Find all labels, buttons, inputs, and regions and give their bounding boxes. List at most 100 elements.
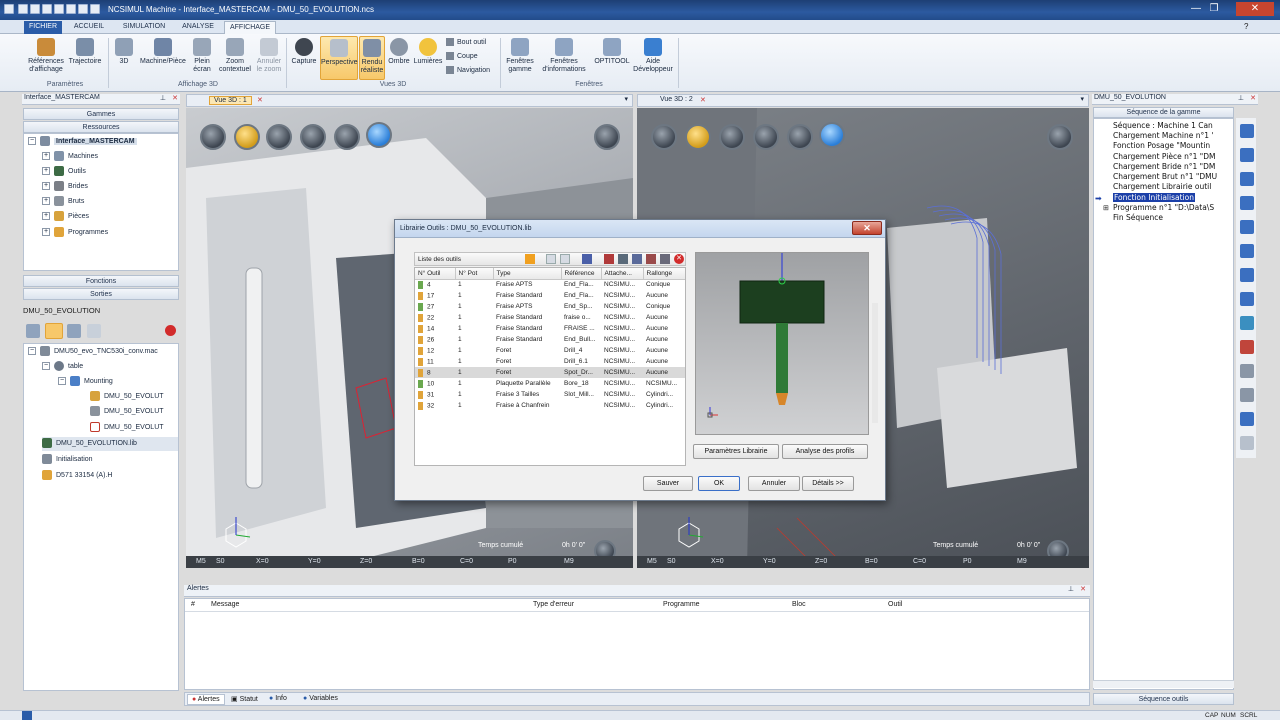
tab-variables[interactable]: ● Variables <box>303 695 338 702</box>
tool-row[interactable]: 12 1 Foret Drill_4 NCSIMU... Aucune <box>415 345 685 356</box>
pin-icon[interactable]: ⊥ <box>160 94 166 102</box>
view-3d-button[interactable]: 3D <box>112 36 136 66</box>
close-panel-icon[interactable]: ✕ <box>172 94 178 102</box>
pin-icon[interactable]: ⊥ <box>1068 585 1074 593</box>
expand-icon[interactable]: + <box>42 152 50 161</box>
dialog-close-button[interactable]: ✕ <box>852 221 882 235</box>
holder-icon[interactable] <box>632 254 642 264</box>
save-icon[interactable] <box>1240 412 1254 426</box>
remove-step-icon[interactable] <box>1240 340 1254 354</box>
record-icon[interactable] <box>165 325 176 336</box>
tree-item-mounting[interactable]: − Mounting <box>58 375 113 389</box>
folder-icon[interactable] <box>45 323 63 339</box>
view-cylinder-icon[interactable] <box>719 124 745 150</box>
tree-item-part-1[interactable]: DMU_50_EVOLUT <box>90 390 164 404</box>
tab-affichage[interactable]: AFFICHAGE <box>224 21 276 34</box>
close-view-icon[interactable]: ✕ <box>700 96 706 104</box>
close-view-icon[interactable]: ✕ <box>257 96 263 104</box>
first-step-icon[interactable] <box>1240 124 1254 138</box>
optitool-button[interactable]: OPTITOOL <box>594 36 630 66</box>
section-sorties[interactable]: Sorties <box>23 288 179 300</box>
tool-settings-icon[interactable] <box>618 254 628 264</box>
tool-row[interactable]: 27 1 Fraise APTS End_Sp... NCSIMU... Conique <box>415 301 685 312</box>
col-reference[interactable]: Référence <box>561 268 602 280</box>
hierarchy-icon[interactable] <box>67 324 81 338</box>
customize-icon[interactable] <box>90 4 100 14</box>
play-icon[interactable] <box>1240 220 1254 234</box>
expand-icon[interactable]: + <box>42 182 50 191</box>
tree-item-machines[interactable]: + Machines <box>42 150 98 164</box>
col-attache[interactable]: Attache... <box>601 268 644 280</box>
collapse-icon[interactable]: − <box>28 347 36 356</box>
save-icon[interactable] <box>42 4 52 14</box>
comment-icon[interactable] <box>87 324 101 338</box>
expand-icon[interactable]: + <box>42 197 50 206</box>
pencil-icon[interactable] <box>1240 388 1254 402</box>
col-type[interactable]: Type <box>493 268 562 280</box>
preview-scrollbar[interactable] <box>872 303 878 423</box>
coupe-button[interactable]: Coupe <box>446 52 496 61</box>
collapse-icon[interactable]: − <box>58 377 66 386</box>
tree-item-outils[interactable]: + Outils <box>42 165 86 179</box>
settings-icon[interactable] <box>1240 436 1254 450</box>
col-rallonge[interactable]: Rallonge <box>643 268 685 280</box>
view-menu-icon[interactable]: ▾ <box>624 95 628 103</box>
tree-item-program[interactable]: D571 33154 (A).H <box>42 469 112 483</box>
view-camera-icon[interactable] <box>1047 124 1073 150</box>
expand-icon[interactable]: + <box>42 167 50 176</box>
tab-simulation[interactable]: SIMULATION <box>116 21 172 34</box>
tool-row[interactable]: 31 1 Fraise 3 Tailles Slot_Mill... NCSIMU...… <box>415 389 685 400</box>
collapse-icon[interactable]: − <box>28 137 36 146</box>
copy-tool-icon[interactable] <box>560 254 570 264</box>
next-block-icon[interactable] <box>1240 244 1254 258</box>
ombre-button[interactable]: Ombre <box>386 36 412 66</box>
close-button[interactable]: ✕ <box>1236 2 1274 16</box>
annuler-zoom-button[interactable]: Annuler le zoom <box>254 36 284 74</box>
tab-accueil[interactable]: ACCUEIL <box>66 21 112 34</box>
references-affichage-button[interactable]: Références d'affichage <box>26 36 66 74</box>
tool-row[interactable]: 17 1 Fraise Standard End_Fla... NCSIMU... Auc… <box>415 290 685 301</box>
viewport-2-tab[interactable]: Vue 3D : 2 <box>660 96 693 103</box>
tree-item-initialisation[interactable]: Initialisation <box>42 453 93 467</box>
close-panel-icon[interactable]: ✕ <box>1250 94 1256 102</box>
aide-developpeur-button[interactable]: Aide Développeur <box>630 36 676 74</box>
seq-item[interactable]: Fin Séquence <box>1113 213 1163 222</box>
print-icon[interactable] <box>54 4 64 14</box>
tree-item-pieces[interactable]: + Pièces <box>42 210 89 224</box>
tree-item-mac[interactable]: − DMU50_evo_TNC530i_conv.mac <box>28 345 158 359</box>
expand-icon[interactable]: ⊞ <box>1103 204 1109 212</box>
step-icon[interactable] <box>1240 196 1254 210</box>
analyse-profils-button[interactable]: Analyse des profils <box>782 444 868 459</box>
navigation-button[interactable]: Navigation <box>446 66 496 75</box>
open-icon[interactable] <box>30 4 40 14</box>
tool-row[interactable]: 8 1 Foret Spot_Dr... NCSIMU... Aucune <box>415 367 685 378</box>
zoom-contextuel-button[interactable]: Zoom contextuel <box>216 36 254 74</box>
seq-item[interactable]: Programme n°1 "D:\Data\S <box>1113 203 1214 212</box>
rendu-realiste-button[interactable]: Rendu réaliste <box>359 36 385 80</box>
tool-row[interactable]: 11 1 Foret Drill_6.1 NCSIMU... Aucune <box>415 356 685 367</box>
fenetres-informations-button[interactable]: Fenêtres d'informations <box>538 36 590 74</box>
tool-row[interactable]: 10 1 Plaquette Parallèle Bore_18 NCSIMU... NC… <box>415 378 685 389</box>
viewport-1-tab[interactable]: Vue 3D : 1 <box>209 96 252 105</box>
horizontal-scrollbar[interactable] <box>1093 680 1234 688</box>
bout-outil-button[interactable]: Bout outil <box>446 38 496 47</box>
tab-analyse[interactable]: ANALYSE <box>176 21 220 34</box>
tree-item-part-3[interactable]: DMU_50_EVOLUT <box>90 421 164 435</box>
view-zoom-icon[interactable] <box>753 124 779 150</box>
tree-item-brides[interactable]: + Brides <box>42 180 88 194</box>
parametres-librairie-button[interactable]: Paramètres Librairie <box>693 444 779 459</box>
expand-icon[interactable]: + <box>42 228 50 237</box>
tool-row[interactable]: 32 1 Fraise à Chanfrein NCSIMU... Cylindri..… <box>415 400 685 411</box>
extension-icon[interactable] <box>646 254 656 264</box>
plein-ecran-button[interactable]: Plein écran <box>190 36 214 74</box>
new-tool-icon[interactable] <box>546 254 556 264</box>
undo-icon[interactable] <box>66 4 76 14</box>
fenetres-gamme-button[interactable]: Fenêtres gamme <box>504 36 536 74</box>
maximize-button[interactable]: ❐ <box>1206 2 1222 16</box>
seq-item-selected[interactable]: Fonction Initialisation <box>1113 193 1195 202</box>
step-back-icon[interactable] <box>1240 172 1254 186</box>
tool-row[interactable]: 4 1 Fraise APTS End_Fla... NCSIMU... Conique <box>415 279 685 290</box>
tab-info[interactable]: ● Info <box>269 695 287 702</box>
tool-row[interactable]: 26 1 Fraise Standard End_Bull... NCSIMU... Au… <box>415 334 685 345</box>
seq-item[interactable]: Chargement Bride n°1 "DM <box>1113 162 1215 171</box>
